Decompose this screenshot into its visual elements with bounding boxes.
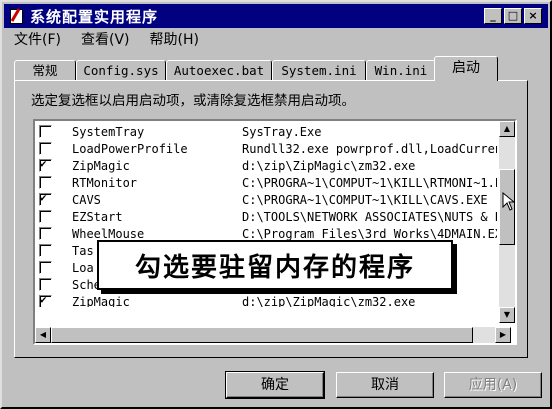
startup-item-checkbox[interactable] [39,227,52,240]
startup-item-name: ZipMagic [72,294,130,308]
startup-item-checkbox[interactable] [39,261,52,274]
instruction-text: 选定复选框以启用启动项，或清除复选框禁用启动项。 [31,93,355,109]
startup-item-name: SystemTray [72,124,145,139]
startup-item-command: C:\PROGRA~1\COMPUT~1\KILL\CAVS.EXE [242,192,488,207]
menu-file[interactable]: 文件(F) [14,29,61,49]
startup-item-command: d:\zip\ZipMagic\zm32.exe [242,158,416,173]
hscroll-thumb[interactable] [51,327,473,343]
startup-item-name: RTMonitor [72,175,138,190]
startup-item-command: d:\zip\ZipMagic\zm32.exe [242,294,416,308]
startup-item-name: LoadPowerProfile [72,141,188,156]
startup-item-name: EZStart [72,209,123,224]
startup-item-row[interactable]: RTMonitor C:\PROGRA~1\COMPUT~1\KILL\RTMON… [35,174,497,191]
tab-config-sys[interactable]: Config.sys [76,60,166,80]
tab-win-ini[interactable]: Win.ini [366,60,436,80]
tab-general[interactable]: 常规 [14,60,76,80]
startup-item-command: D:\TOOLS\NETWORK ASSOCIATES\NUTS & BO [242,209,497,224]
tab-startup[interactable]: 启动 [434,56,498,81]
startup-list[interactable]: SystemTray SysTray.Exe LoadPowerProfile Run… [33,119,517,345]
startup-item-command: C:\Program Files\3rd Works\4DMAIN.EXE [242,226,497,241]
startup-item-command: SysTray.Exe [242,124,322,139]
startup-item-checkbox[interactable] [39,278,52,291]
cancel-button[interactable]: 取消 [336,372,434,398]
vertical-scrollbar[interactable]: ▲ ▼ [499,121,515,323]
close-button[interactable]: × [524,8,542,24]
startup-item-checkbox[interactable] [39,157,52,172]
startup-item-checkbox[interactable] [39,191,52,206]
startup-item-row[interactable]: SystemTray SysTray.Exe [35,123,497,140]
startup-item-row[interactable]: CAVS C:\PROGRA~1\COMPUT~1\KILL\CAVS.EXE [35,191,497,208]
title-bar[interactable]: 系统配置实用程序 _ □ × [4,4,548,28]
startup-item-checkbox[interactable] [39,210,52,223]
mouse-cursor-icon [502,192,516,211]
app-icon [8,8,24,24]
window-title: 系统配置实用程序 [30,7,159,26]
tab-system-ini[interactable]: System.ini [272,60,366,80]
startup-item-checkbox[interactable] [39,244,52,257]
startup-item-checkbox[interactable] [39,142,52,155]
startup-item-checkbox[interactable] [39,293,52,307]
scroll-right-icon[interactable]: ▶ [495,327,511,343]
horizontal-scrollbar[interactable]: ◀ ▶ [35,327,511,343]
scroll-up-icon[interactable]: ▲ [499,121,515,137]
startup-item-row[interactable]: LoadPowerProfile Rundll32.exe powrprof.dl… [35,140,497,157]
startup-item-checkbox[interactable] [39,125,52,138]
menu-view[interactable]: 查看(V) [81,29,130,49]
startup-item-name: WheelMouse [72,226,145,241]
startup-item-name: ZipMagic [72,158,130,173]
startup-item-row[interactable]: ZipMagic d:\zip\ZipMagic\zm32.exe [35,293,497,307]
ok-button[interactable]: 确定 [225,371,325,399]
menu-bar: 文件(F) 查看(V) 帮助(H) [4,28,209,50]
tab-autoexec-bat[interactable]: Autoexec.bat [166,60,272,80]
startup-item-command: Rundll32.exe powrprof.dll,LoadCurrent [242,141,497,156]
annotation-callout: 勾选要驻留内存的程序 [97,240,453,290]
scroll-left-icon[interactable]: ◀ [35,327,51,343]
scroll-down-icon[interactable]: ▼ [499,307,515,323]
startup-item-name: CAVS [72,192,101,207]
apply-button[interactable]: 应用(A) [444,372,542,398]
maximize-button[interactable]: □ [504,8,522,24]
minimize-button[interactable]: _ [484,8,502,24]
startup-panel: 选定复选框以启用启动项，或清除复选框禁用启动项。 SystemTray SysTr… [14,80,528,358]
startup-item-row[interactable]: ZipMagic d:\zip\ZipMagic\zm32.exe [35,157,497,174]
system-config-window: 系统配置实用程序 _ □ × 文件(F) 查看(V) 帮助(H) 常规 Conf… [0,0,552,409]
startup-item-checkbox[interactable] [39,176,52,189]
menu-help[interactable]: 帮助(H) [150,29,199,49]
startup-item-row[interactable]: EZStart D:\TOOLS\NETWORK ASSOCIATES\NUTS … [35,208,497,225]
startup-item-command: C:\PROGRA~1\COMPUT~1\KILL\RTMONI~1.EX [242,175,497,190]
